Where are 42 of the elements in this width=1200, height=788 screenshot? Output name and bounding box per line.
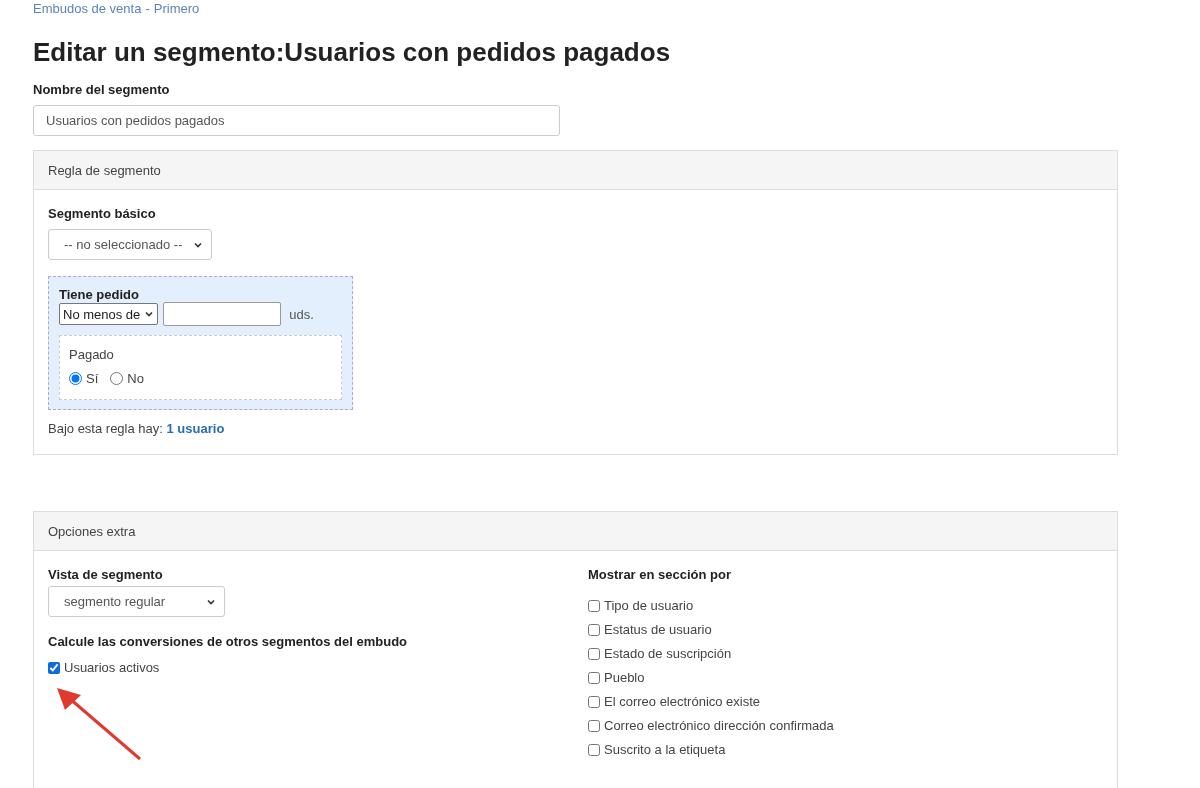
checkbox-label: Suscrito a la etiqueta xyxy=(604,742,726,757)
checkbox[interactable] xyxy=(588,599,600,612)
checkbox[interactable] xyxy=(48,661,60,674)
checkbox[interactable] xyxy=(588,671,600,684)
segment-name-input[interactable]: Usuarios con pedidos pagados xyxy=(33,105,560,136)
radio-label: Sí xyxy=(86,371,99,386)
checkbox-label: El correo electrónico existe xyxy=(604,694,761,709)
field-label: Vista de segmento xyxy=(48,567,164,582)
field-label: Calcule las conversiones de otros segmentos del embudo xyxy=(48,634,409,649)
segment-view-select[interactable]: segmento regular xyxy=(48,586,225,617)
breadcrumb-separator: - xyxy=(145,1,150,16)
users-link[interactable]: 1 usuario xyxy=(166,421,225,436)
condition-title: Tiene pedido xyxy=(59,287,140,302)
paid-label: Pagado xyxy=(69,347,115,362)
breadcrumb-link[interactable]: Embudos de venta xyxy=(33,1,142,16)
checkbox[interactable] xyxy=(588,647,600,660)
checkbox-label: Estado de suscripción xyxy=(604,646,732,661)
checkbox-label: Tipo de usuario xyxy=(604,598,694,613)
rule-summary: Bajo esta regla hay: 1 usuario xyxy=(48,421,226,436)
checkbox[interactable] xyxy=(588,695,600,708)
checkbox-label: Correo electrónico dirección confirmada xyxy=(604,718,834,733)
panel-header: Opciones extra xyxy=(34,512,1117,551)
radio-button[interactable] xyxy=(110,372,124,385)
field-label: Segmento básico xyxy=(48,206,157,221)
checkbox-label: Usuarios activos xyxy=(64,660,160,675)
checkbox-label: Pueblo xyxy=(604,670,645,685)
page-title: Editar un segmento:Usuarios con pedidos pagados xyxy=(33,37,672,68)
checkbox[interactable] xyxy=(588,719,600,732)
checkbox[interactable] xyxy=(588,743,600,756)
radio-label: No xyxy=(127,371,144,386)
checkbox[interactable] xyxy=(588,623,600,636)
checkbox-label: Estatus de usuario xyxy=(604,622,712,637)
basic-segment-select[interactable]: -- no seleccionado -- xyxy=(48,229,212,260)
quantity-input[interactable] xyxy=(163,302,282,326)
breadcrumb-link[interactable]: Primero xyxy=(153,1,200,16)
field-label: Nombre del segmento xyxy=(33,82,171,97)
panel-header: Regla de segmento xyxy=(34,151,1117,190)
chevron-down-icon xyxy=(144,309,155,319)
field-label: Mostrar en sección por xyxy=(588,567,733,582)
operator-select[interactable]: No menos de xyxy=(59,303,159,325)
radio-button[interactable] xyxy=(69,372,82,385)
unit-label: uds. xyxy=(289,306,314,322)
